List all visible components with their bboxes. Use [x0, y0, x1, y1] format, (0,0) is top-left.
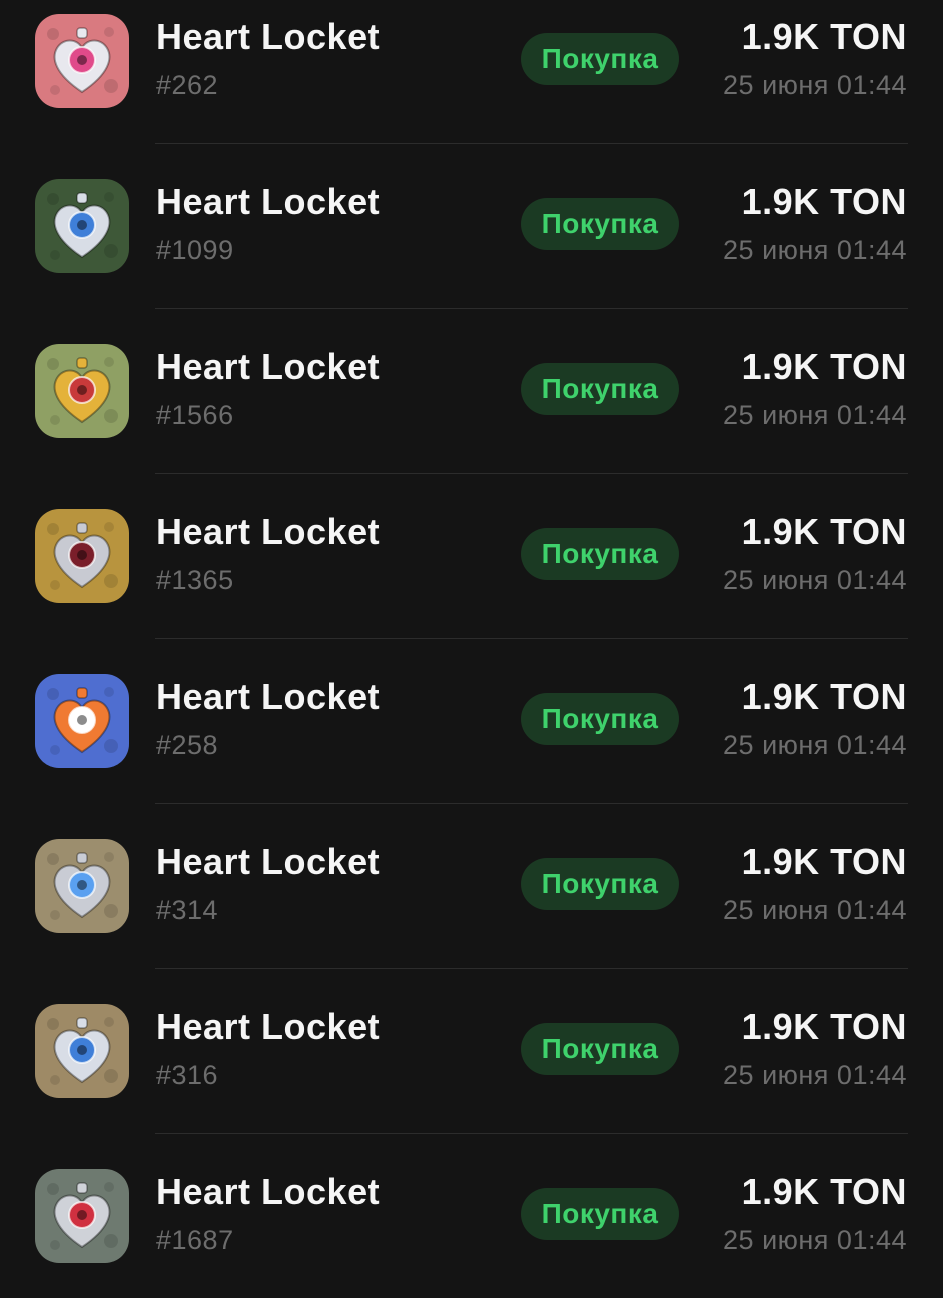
- list-item[interactable]: Heart Locket #1566 Покупка 1.9K TON 25 июня …: [0, 308, 943, 473]
- gift-number: #1566: [156, 400, 234, 430]
- price-value: 1.9K TON: [741, 16, 907, 57]
- heart-locket-blue-grill-icon: [35, 839, 129, 933]
- price-value: 1.9K TON: [741, 1171, 907, 1212]
- gift-title: Heart Locket: [156, 841, 381, 882]
- heart-locket-eye-icon: [35, 509, 129, 603]
- heart-locket-gold-compass-icon: [35, 344, 129, 438]
- purchase-badge: Покупка: [521, 693, 679, 745]
- price-value: 1.9K TON: [741, 346, 907, 387]
- purchase-badge: Покупка: [521, 1023, 679, 1075]
- gift-number: #258: [156, 730, 219, 760]
- list-item[interactable]: Heart Locket #1687 Покупка 1.9K TON 25 июня …: [0, 1133, 943, 1298]
- gift-title: Heart Locket: [156, 511, 381, 552]
- list-item[interactable]: Heart Locket #258 Покупка 1.9K TON 25 июня 0…: [0, 638, 943, 803]
- price-value: 1.9K TON: [741, 1006, 907, 1047]
- list-item[interactable]: Heart Locket #316 Покупка 1.9K TON 25 июня 0…: [0, 968, 943, 1133]
- timestamp: 25 июня 01:44: [723, 400, 907, 430]
- heart-locket-pizza-icon: [35, 674, 129, 768]
- purchase-badge: Покупка: [521, 528, 679, 580]
- list-item[interactable]: Heart Locket #314 Покупка 1.9K TON 25 июня 0…: [0, 803, 943, 968]
- gift-number: #1099: [156, 235, 234, 265]
- gift-number: #314: [156, 895, 219, 925]
- gift-title: Heart Locket: [156, 1006, 381, 1047]
- heart-locket-tan-icon: [35, 1004, 129, 1098]
- timestamp: 25 июня 01:44: [723, 1225, 907, 1255]
- purchase-badge: Покупка: [521, 33, 679, 85]
- timestamp: 25 июня 01:44: [723, 895, 907, 925]
- gift-title: Heart Locket: [156, 181, 381, 222]
- purchase-badge: Покупка: [521, 1188, 679, 1240]
- purchase-badge: Покупка: [521, 858, 679, 910]
- heart-locket-red-icon: [35, 1169, 129, 1263]
- gift-number: #316: [156, 1060, 219, 1090]
- list-item[interactable]: Heart Locket #1365 Покупка 1.9K TON 25 июня …: [0, 473, 943, 638]
- gift-title: Heart Locket: [156, 1171, 381, 1212]
- timestamp: 25 июня 01:44: [723, 1060, 907, 1090]
- price-value: 1.9K TON: [741, 511, 907, 552]
- timestamp: 25 июня 01:44: [723, 730, 907, 760]
- list-item[interactable]: Heart Locket #262 Покупка 1.9K TON 25 июня 0…: [0, 0, 943, 143]
- gift-history-list: Heart Locket #262 Покупка 1.9K TON 25 июня 0…: [0, 0, 943, 1298]
- list-item[interactable]: Heart Locket #1099 Покупка 1.9K TON 25 июня …: [0, 143, 943, 308]
- price-value: 1.9K TON: [741, 841, 907, 882]
- timestamp: 25 июня 01:44: [723, 565, 907, 595]
- gift-title: Heart Locket: [156, 676, 381, 717]
- timestamp: 25 июня 01:44: [723, 70, 907, 100]
- heart-locket-dark-green-icon: [35, 179, 129, 273]
- gift-number: #262: [156, 70, 219, 100]
- gift-number: #1365: [156, 565, 234, 595]
- gift-number: #1687: [156, 1225, 234, 1255]
- heart-locket-pink-icon: [35, 14, 129, 108]
- gift-title: Heart Locket: [156, 16, 381, 57]
- price-value: 1.9K TON: [741, 181, 907, 222]
- purchase-badge: Покупка: [521, 198, 679, 250]
- purchase-badge: Покупка: [521, 363, 679, 415]
- timestamp: 25 июня 01:44: [723, 235, 907, 265]
- price-value: 1.9K TON: [741, 676, 907, 717]
- gift-title: Heart Locket: [156, 346, 381, 387]
